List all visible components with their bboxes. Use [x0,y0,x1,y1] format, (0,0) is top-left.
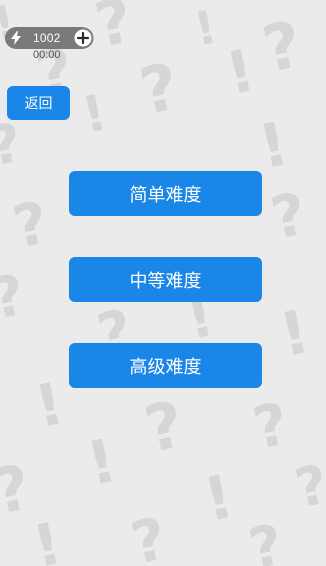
timer: 00:00 [33,49,61,61]
energy-value: 1002 [33,31,61,45]
lightning-bolt-icon [5,27,27,49]
medium-difficulty-button[interactable]: 中等难度 [69,257,262,302]
back-button[interactable]: 返回 [7,86,70,120]
energy-counter: 1002 [5,26,95,50]
plus-circle-icon[interactable] [71,26,95,50]
easy-difficulty-button[interactable]: 简单难度 [69,171,262,216]
hard-difficulty-button[interactable]: 高级难度 [69,343,262,388]
